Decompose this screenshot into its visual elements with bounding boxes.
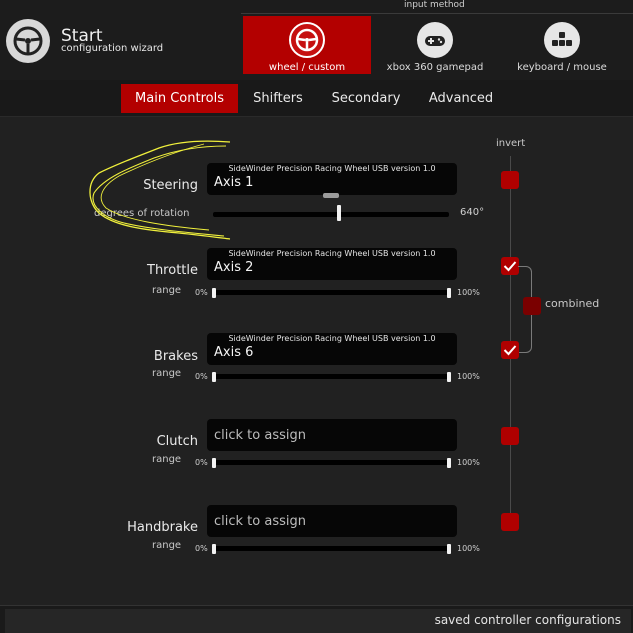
app-logo [6,19,50,63]
throttle-range-max-handle[interactable] [447,288,451,298]
brakes-range-label: range [152,368,182,379]
input-method-gamepad-button[interactable]: xbox 360 gamepad [384,16,486,74]
combined-label: combined [545,297,600,310]
handbrake-invert-checkbox[interactable] [501,513,519,531]
throttle-axis-field[interactable]: SideWinder Precision Racing Wheel USB ve… [207,248,457,280]
handbrake-range-slider[interactable] [213,546,450,551]
clutch-range-min-handle[interactable] [212,458,216,468]
rotation-value: 640° [460,207,485,218]
input-method-label: input method [404,0,465,10]
clutch-range-min: 0% [195,458,208,467]
clutch-range-max: 100% [457,458,480,467]
tab-shifters[interactable]: Shifters [246,84,310,113]
input-method-keyboard-button[interactable]: keyboard / mouse [512,16,612,74]
brakes-axis-field[interactable]: SideWinder Precision Racing Wheel USB ve… [207,333,457,365]
handbrake-range-label: range [152,540,182,551]
handbrake-label: Handbrake [127,520,198,535]
brakes-invert-checkbox[interactable] [501,341,519,359]
checkmark-icon [503,261,517,272]
handbrake-axis-field[interactable]: click to assign [207,505,457,537]
input-method-gamepad-label: xbox 360 gamepad [386,62,484,73]
brakes-device-name: SideWinder Precision Racing Wheel USB ve… [228,334,436,343]
header: Start configuration wizard input method … [0,0,633,80]
handbrake-range-min-handle[interactable] [212,544,216,554]
steering-wheel-icon [289,22,325,58]
throttle-range-slider[interactable] [213,290,450,295]
tab-bar: Main Controls Shifters Secondary Advance… [0,80,633,117]
clutch-range-slider[interactable] [213,460,450,465]
steering-axis-value: Axis 1 [214,175,254,190]
clutch-invert-checkbox[interactable] [501,427,519,445]
invert-column-label: invert [496,138,526,149]
throttle-range-min-handle[interactable] [212,288,216,298]
brakes-range-min-handle[interactable] [212,372,216,382]
steering-device-name: SideWinder Precision Racing Wheel USB ve… [228,164,436,173]
rotation-slider[interactable] [213,212,449,217]
handbrake-range-max: 100% [457,544,480,553]
input-method-wheel-button[interactable]: wheel / custom [243,16,371,74]
throttle-label: Throttle [147,263,198,278]
tab-main-controls[interactable]: Main Controls [121,84,238,113]
handbrake-range-min: 0% [195,544,208,553]
throttle-range-min: 0% [195,288,208,297]
steering-axis-field[interactable]: SideWinder Precision Racing Wheel USB ve… [207,163,457,195]
steering-invert-checkbox[interactable] [501,171,519,189]
throttle-axis-value: Axis 2 [214,260,254,275]
throttle-range-label: range [152,285,182,296]
brakes-range-slider[interactable] [213,374,450,379]
brakes-range-max-handle[interactable] [447,372,451,382]
tab-secondary[interactable]: Secondary [326,84,406,113]
handbrake-range-max-handle[interactable] [447,544,451,554]
rotation-slider-handle[interactable] [337,205,341,221]
checkmark-icon [503,345,517,356]
brakes-range-max: 100% [457,372,480,381]
clutch-label: Clutch [156,434,198,449]
tab-advanced[interactable]: Advanced [422,84,500,113]
brakes-axis-value: Axis 6 [214,345,254,360]
clutch-axis-field[interactable]: click to assign [207,419,457,451]
app-subtitle: configuration wizard [61,43,164,54]
saved-configurations-label[interactable]: saved controller configurations [435,613,621,627]
saved-configurations-bar[interactable]: saved controller configurations [5,609,631,633]
throttle-range-max: 100% [457,288,480,297]
keyboard-icon [544,22,580,58]
handbrake-assign-placeholder: click to assign [214,514,306,529]
brakes-range-min: 0% [195,372,208,381]
footer: saved controller configurations [0,605,633,633]
clutch-range-label: range [152,454,182,465]
steering-position-indicator [323,193,339,198]
steering-wheel-icon [13,26,43,56]
clutch-range-max-handle[interactable] [447,458,451,468]
steering-label: Steering [143,178,198,193]
rotation-label: degrees of rotation [94,208,190,219]
throttle-device-name: SideWinder Precision Racing Wheel USB ve… [228,249,436,258]
input-method-keyboard-label: keyboard / mouse [517,62,607,73]
combined-checkbox[interactable] [523,297,541,315]
clutch-assign-placeholder: click to assign [214,428,306,443]
gamepad-icon [417,22,453,58]
throttle-invert-checkbox[interactable] [501,257,519,275]
input-method-wheel-label: wheel / custom [268,62,346,73]
brakes-label: Brakes [153,349,198,364]
input-method-divider [241,13,633,14]
invert-column-line [510,156,511,524]
